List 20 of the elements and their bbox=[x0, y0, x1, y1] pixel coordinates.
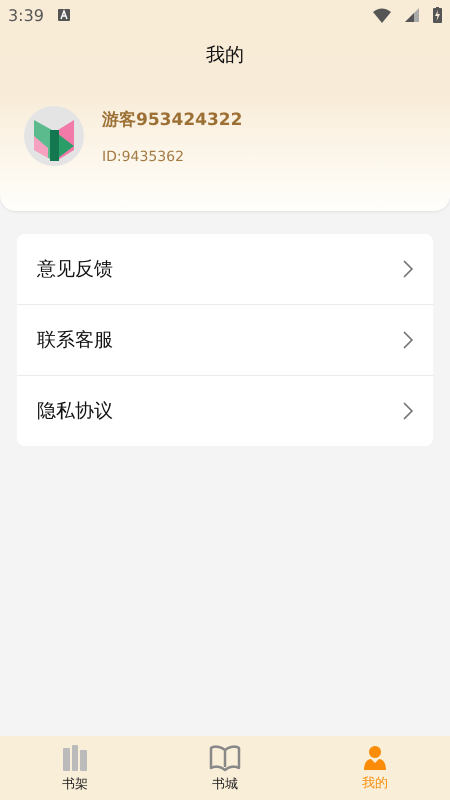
book-icon bbox=[209, 744, 241, 772]
signal-icon bbox=[405, 8, 419, 22]
menu-item[interactable]: 隐私协议 bbox=[17, 376, 433, 446]
chevron-right-icon bbox=[403, 402, 413, 420]
wifi-icon bbox=[373, 8, 391, 22]
person-icon bbox=[363, 744, 387, 770]
keyboard-notification-icon bbox=[58, 9, 70, 21]
nav-tab[interactable]: 书架 bbox=[0, 736, 150, 800]
chevron-right-icon bbox=[403, 331, 413, 349]
user-id: ID:9435362 bbox=[102, 148, 185, 164]
status-time: 3:39 bbox=[8, 6, 44, 24]
nav-tab[interactable]: 书城 bbox=[150, 736, 300, 800]
user-name: 游客953424322 bbox=[102, 108, 242, 130]
battery-icon bbox=[433, 7, 442, 23]
chevron-right-icon bbox=[403, 260, 413, 278]
menu-item[interactable]: 意见反馈 bbox=[17, 234, 433, 305]
bookshelf-icon bbox=[61, 744, 89, 772]
page-title: 我的 bbox=[205, 43, 245, 68]
menu-item[interactable]: 联系客服 bbox=[17, 305, 433, 376]
avatar-book-icon[interactable] bbox=[24, 106, 84, 166]
